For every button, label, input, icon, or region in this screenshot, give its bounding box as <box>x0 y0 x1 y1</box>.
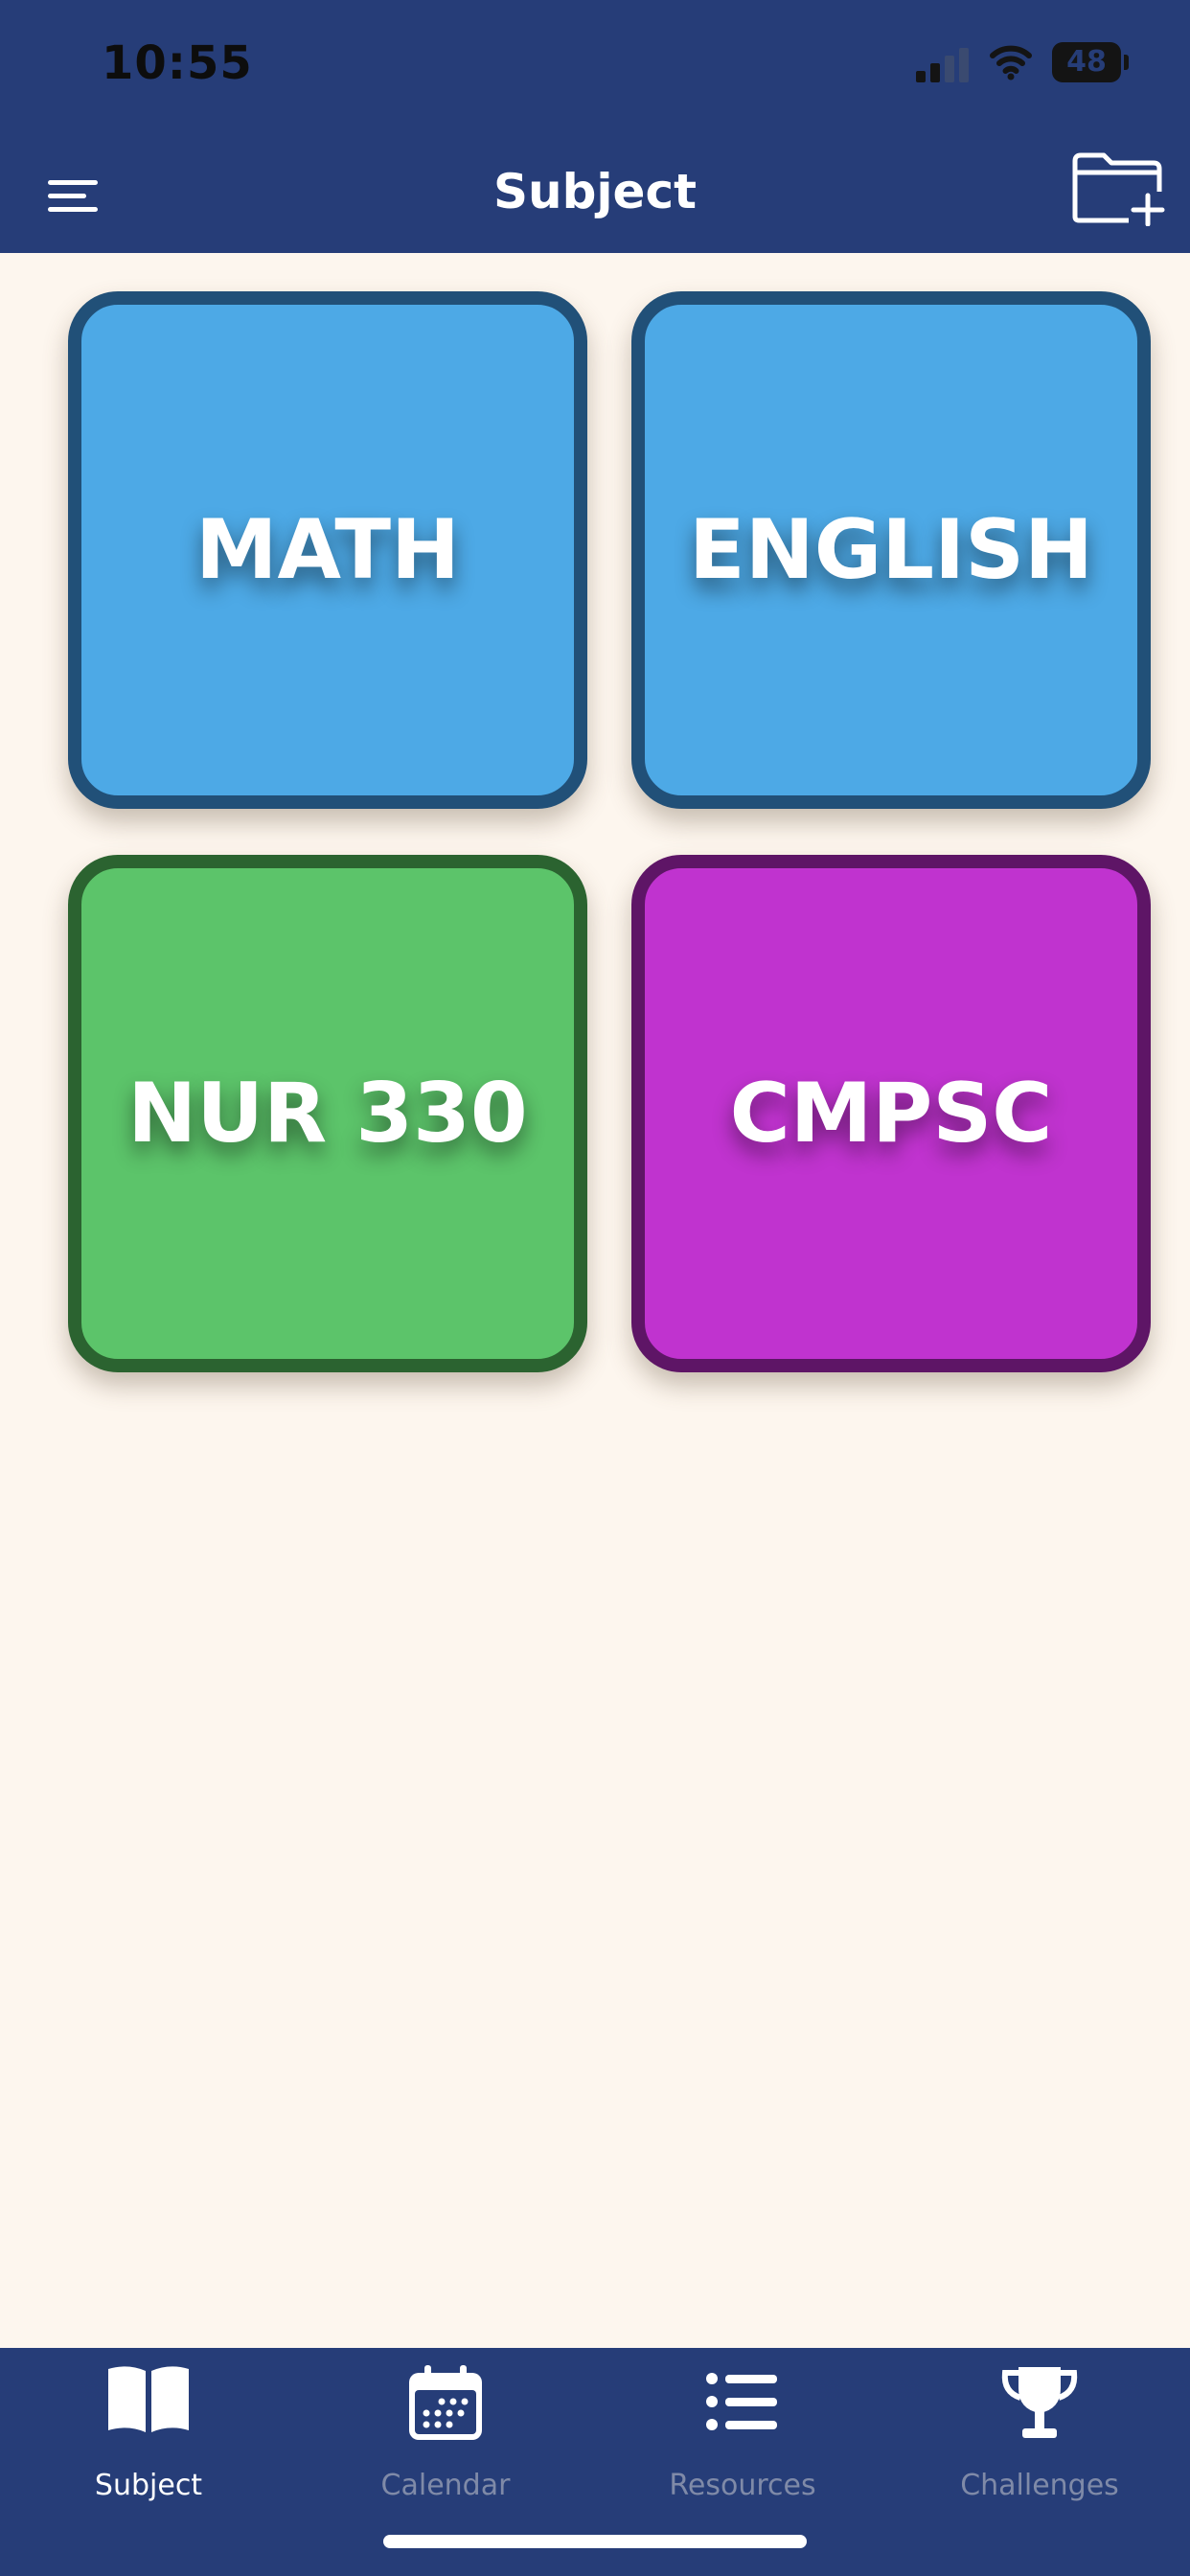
book-icon <box>108 2366 189 2432</box>
tab-calendar[interactable]: Calendar <box>297 2348 594 2520</box>
subject-tile-label: MATH <box>195 502 461 598</box>
status-time: 10:55 <box>102 36 253 90</box>
battery-indicator: 48 <box>1052 42 1129 82</box>
tab-resources[interactable]: Resources <box>594 2348 891 2520</box>
tab-label: Challenges <box>960 2469 1119 2502</box>
tab-label: Calendar <box>380 2469 511 2502</box>
subject-tile[interactable]: CMPSC <box>631 855 1151 1372</box>
battery-level: 48 <box>1052 42 1121 82</box>
cellular-signal-icon <box>916 48 969 82</box>
app-header: Subject <box>0 144 1190 253</box>
page-title: Subject <box>493 164 697 219</box>
new-folder-icon[interactable] <box>1071 148 1167 226</box>
subject-tile-label: CMPSC <box>729 1066 1053 1162</box>
tab-subject[interactable]: Subject <box>0 2348 297 2520</box>
tab-label: Resources <box>669 2469 816 2502</box>
subject-tile-label: ENGLISH <box>688 502 1094 598</box>
calendar-icon <box>409 2365 482 2440</box>
home-indicator[interactable] <box>383 2535 807 2548</box>
wifi-icon <box>990 45 1032 80</box>
tab-challenges[interactable]: Challenges <box>891 2348 1188 2520</box>
tab-label: Subject <box>94 2469 203 2502</box>
hamburger-menu-icon[interactable] <box>46 172 102 224</box>
subject-tile-label: NUR 330 <box>127 1066 528 1162</box>
subject-tile[interactable]: NUR 330 <box>68 855 587 1372</box>
subject-grid: MATH ENGLISH NUR 330 CMPSC <box>0 253 1190 2348</box>
list-icon <box>706 2373 777 2430</box>
subject-tile[interactable]: MATH <box>68 291 587 809</box>
trophy-icon <box>1001 2367 1078 2438</box>
status-bar: 10:55 48 <box>0 0 1190 144</box>
subject-tile[interactable]: ENGLISH <box>631 291 1151 809</box>
battery-nub <box>1124 55 1129 70</box>
